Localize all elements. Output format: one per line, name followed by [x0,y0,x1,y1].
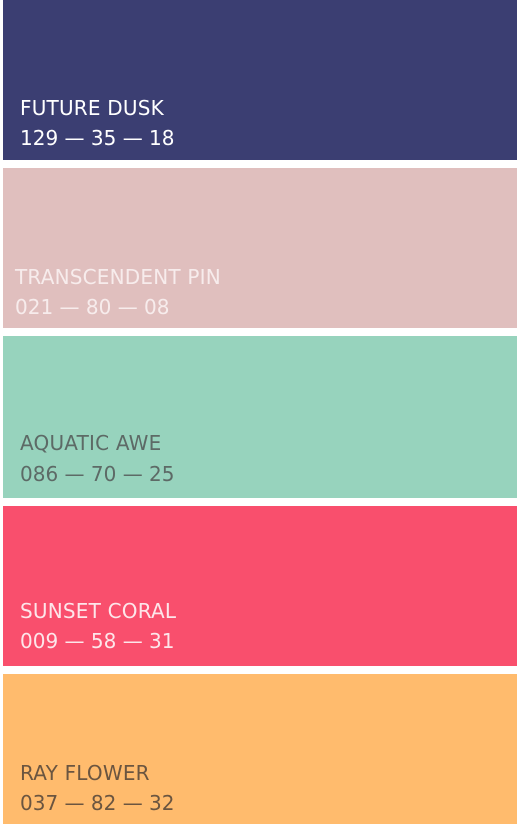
swatch-name: AQUATIC AWE [20,431,162,455]
color-swatch-sunset-coral: SUNSET CORAL 009 — 58 — 31 [3,506,517,666]
swatch-name: FUTURE DUSK [20,96,164,120]
swatch-code: 009 — 58 — 31 [20,629,175,653]
swatch-name: RAY FLOWER [20,761,150,785]
color-swatch-transcendent-pin: TRANSCENDENT PIN 021 — 80 — 08 [3,168,517,328]
color-swatch-ray-flower: RAY FLOWER 037 — 82 — 32 [3,674,517,824]
swatch-name: SUNSET CORAL [20,599,177,623]
swatch-code: 021 — 80 — 08 [15,295,170,319]
swatch-code: 129 — 35 — 18 [20,126,175,150]
swatch-name: TRANSCENDENT PIN [15,265,221,289]
swatch-code: 086 — 70 — 25 [20,462,175,486]
color-swatch-future-dusk: FUTURE DUSK 129 — 35 — 18 [3,0,517,160]
color-swatch-aquatic-awe: AQUATIC AWE 086 — 70 — 25 [3,336,517,498]
swatch-code: 037 — 82 — 32 [20,791,175,815]
